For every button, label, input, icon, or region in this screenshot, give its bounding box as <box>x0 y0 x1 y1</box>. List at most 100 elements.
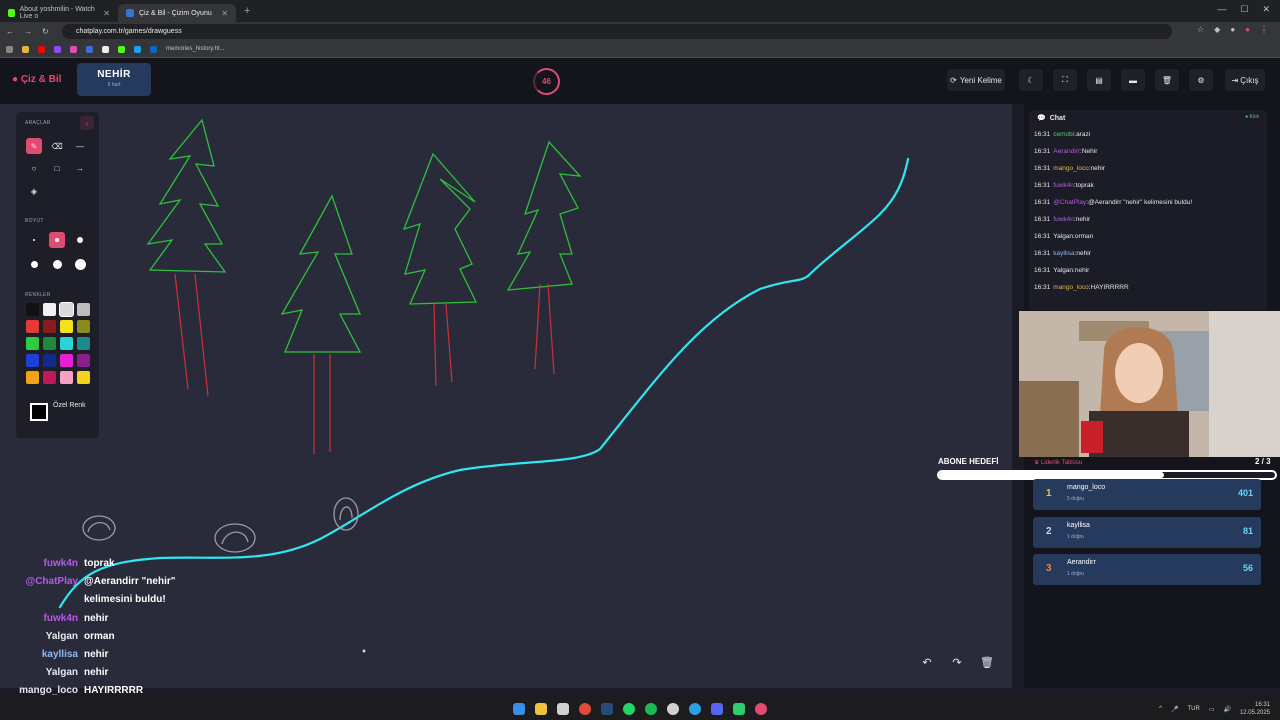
bookmark-star-icon[interactable]: ☆ <box>1197 25 1204 34</box>
dot-icon <box>55 238 59 242</box>
size-6[interactable] <box>72 256 88 272</box>
file-explorer-icon[interactable] <box>535 703 547 715</box>
browser-tab-1[interactable]: About yoshmilin - Watch Live o ✕ <box>0 4 118 22</box>
window-close-icon[interactable]: ✕ <box>1262 4 1270 15</box>
color-swatch[interactable] <box>26 354 39 367</box>
close-icon[interactable]: ✕ <box>221 9 228 18</box>
reload-icon[interactable]: ↻ <box>42 27 49 36</box>
exit-button[interactable]: ⇥ Çıkış <box>1225 69 1265 91</box>
color-swatch[interactable] <box>60 320 73 333</box>
brush-tool[interactable]: ✎ <box>26 138 42 154</box>
bookmark-icon[interactable] <box>70 45 77 53</box>
discord-icon[interactable] <box>711 703 723 715</box>
redo-button[interactable]: ↷ <box>946 652 968 672</box>
profile-avatar[interactable]: ● <box>1245 25 1250 34</box>
bookmark-memories[interactable]: memories_history.ht... <box>166 46 225 52</box>
overlay-chat-text: nehir <box>84 667 109 679</box>
extension-icon[interactable]: ◆ <box>1214 25 1220 34</box>
url-field[interactable]: chatplay.com.tr/games/drawguess <box>62 24 1172 39</box>
new-tab-button[interactable]: + <box>244 5 250 17</box>
chat-user: Yalgan <box>1053 233 1074 240</box>
clear-canvas-button[interactable]: 🗑 <box>976 652 998 672</box>
whatsapp-icon[interactable] <box>623 703 635 715</box>
mic-icon[interactable]: 🎤 <box>1171 706 1178 713</box>
chat-message: 16:31 @ChatPlay: @Aerandirr "nehir" kelim… <box>1029 194 1267 211</box>
close-icon[interactable]: ✕ <box>103 9 110 18</box>
new-word-button[interactable]: ⟳ Yeni Kelime <box>947 69 1005 91</box>
menu-icon[interactable]: ⋮ <box>1260 25 1268 34</box>
bookmark-icon[interactable] <box>134 45 141 53</box>
color-swatch[interactable] <box>59 302 74 317</box>
kick-icon[interactable] <box>118 45 125 53</box>
language-indicator[interactable]: TUR <box>1187 706 1199 712</box>
app-icon[interactable] <box>733 703 745 715</box>
chrome-icon[interactable] <box>579 703 591 715</box>
settings-button[interactable]: ⚙ <box>1189 69 1213 91</box>
circle-tool[interactable]: ○ <box>26 160 42 176</box>
clear-button[interactable]: 🗑 <box>1155 69 1179 91</box>
dark-mode-button[interactable]: ☾ <box>1019 69 1043 91</box>
leaderboard-correct-count: 5 doğru <box>1067 496 1084 502</box>
color-swatch[interactable] <box>77 320 90 333</box>
undo-button[interactable]: ↶ <box>916 652 938 672</box>
layout-button[interactable]: ▤ <box>1087 69 1111 91</box>
linkedin-icon[interactable] <box>150 45 157 53</box>
color-swatch[interactable] <box>26 371 39 384</box>
skype-icon[interactable] <box>689 703 701 715</box>
eraser-tool[interactable]: ⌫ <box>49 138 65 154</box>
youtube-icon[interactable] <box>38 45 45 53</box>
minimize-icon[interactable]: — <box>1217 4 1226 15</box>
panel-button[interactable]: ▬ <box>1121 69 1145 91</box>
volume-icon[interactable]: 🔊 <box>1223 706 1230 713</box>
bookmark-icon[interactable] <box>86 45 93 53</box>
color-swatch[interactable] <box>26 337 39 350</box>
overlay-chat-text: kelimesini buldu! <box>84 594 166 606</box>
app-logo[interactable]: ● Çiz & Bil <box>12 74 61 85</box>
color-swatch[interactable] <box>77 371 90 384</box>
browser-tab-2[interactable]: Çiz & Bil - Çizim Oyunu ✕ <box>118 4 236 22</box>
line-tool[interactable]: — <box>72 138 88 154</box>
spotify-icon[interactable] <box>645 703 657 715</box>
fullscreen-button[interactable]: ⛶ <box>1053 69 1077 91</box>
chevron-up-icon[interactable]: ^ <box>1159 706 1162 712</box>
collapse-panel-button[interactable]: ‹ <box>80 116 94 130</box>
size-2[interactable] <box>49 232 65 248</box>
color-swatch[interactable] <box>77 303 90 316</box>
size-3[interactable] <box>72 232 88 248</box>
rectangle-tool[interactable]: □ <box>49 160 65 176</box>
maximize-icon[interactable]: ☐ <box>1240 4 1248 15</box>
back-icon[interactable]: ← <box>6 27 14 36</box>
color-swatch[interactable] <box>60 337 73 350</box>
arrow-tool[interactable]: → <box>72 160 88 176</box>
store-icon[interactable] <box>557 703 569 715</box>
fill-tool[interactable]: ◈ <box>26 183 42 199</box>
size-1[interactable] <box>26 232 42 248</box>
color-swatch[interactable] <box>43 303 56 316</box>
extension-icon[interactable]: ● <box>1230 25 1235 34</box>
color-swatch[interactable] <box>43 371 56 384</box>
bookmark-icon[interactable] <box>102 45 109 53</box>
color-swatch[interactable] <box>26 303 39 316</box>
app-icon[interactable] <box>755 703 767 715</box>
twitch-icon[interactable] <box>54 45 61 53</box>
custom-color-swatch[interactable] <box>30 403 48 421</box>
tree-2-trunk <box>313 354 331 454</box>
color-swatch[interactable] <box>26 320 39 333</box>
forward-icon[interactable]: → <box>24 27 32 36</box>
color-swatch[interactable] <box>60 354 73 367</box>
bookmark-icon[interactable] <box>22 45 29 53</box>
obs-icon[interactable] <box>667 703 679 715</box>
color-swatch[interactable] <box>43 320 56 333</box>
color-swatch[interactable] <box>43 337 56 350</box>
apps-icon[interactable] <box>6 45 13 53</box>
steam-icon[interactable] <box>601 703 613 715</box>
color-swatch[interactable] <box>77 337 90 350</box>
clock[interactable]: 16:31 12.05.2025 <box>1240 701 1270 717</box>
color-swatch[interactable] <box>43 354 56 367</box>
color-swatch[interactable] <box>60 371 73 384</box>
size-5[interactable] <box>49 256 65 272</box>
color-swatch[interactable] <box>77 354 90 367</box>
size-4[interactable] <box>26 256 42 272</box>
windows-start-icon[interactable] <box>513 703 525 715</box>
network-icon[interactable]: ▭ <box>1209 706 1215 713</box>
